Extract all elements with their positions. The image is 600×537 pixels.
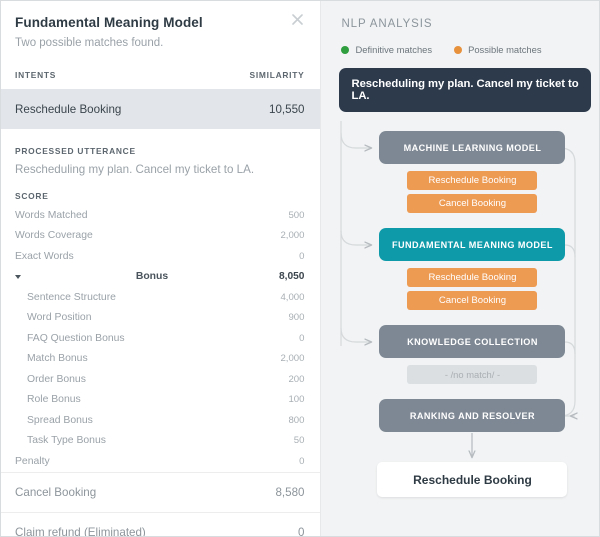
processed-utterance-value: Rescheduling my plan. Cancel my ticket t… bbox=[15, 163, 255, 176]
intent-score: 0 bbox=[298, 525, 305, 537]
score-row-label: Task Type Bonus bbox=[27, 435, 106, 447]
score-section-label: SCORE bbox=[15, 191, 49, 201]
intent-detail-panel: Fundamental Meaning Model Two possible m… bbox=[1, 1, 321, 537]
flow-result-box[interactable]: Reschedule Booking bbox=[377, 462, 568, 497]
score-row-value: 0 bbox=[299, 250, 305, 262]
score-row-value: 0 bbox=[299, 332, 305, 344]
score-row: Order Bonus 200 bbox=[15, 369, 304, 390]
score-row: Role Bonus 100 bbox=[15, 390, 304, 411]
score-row: Words Matched 500 bbox=[15, 205, 304, 226]
processed-utterance-label: PROCESSED UTTERANCE bbox=[15, 146, 136, 156]
intents-table-header: INTENTS SIMILARITY bbox=[1, 70, 320, 80]
score-row-label: Words Coverage bbox=[15, 230, 93, 242]
intent-score: 10,550 bbox=[269, 102, 305, 116]
score-row: Match Bonus 2,000 bbox=[15, 349, 304, 370]
score-row: Sentence Structure 4,000 bbox=[15, 287, 304, 308]
score-row-label: Match Bonus bbox=[27, 353, 88, 365]
flow-chip-ml-cancel-booking[interactable]: Cancel Booking bbox=[407, 194, 538, 213]
score-row-label: FAQ Question Bonus bbox=[27, 332, 125, 344]
flow-chip-fmm-cancel-booking[interactable]: Cancel Booking bbox=[407, 291, 538, 310]
flow-block-ranking-and-resolver[interactable]: RANKING AND RESOLVER bbox=[379, 399, 566, 432]
legend: Definitive matches Possible matches bbox=[321, 30, 599, 55]
utterance-bubble: Rescheduling my plan. Cancel my ticket t… bbox=[339, 68, 591, 112]
score-row-value: 900 bbox=[288, 312, 305, 324]
other-intents-list: Cancel Booking 8,580 Claim refund (Elimina… bbox=[1, 471, 321, 537]
score-row: Word Position 900 bbox=[15, 308, 304, 329]
legend-item-possible: Possible matches bbox=[454, 44, 542, 55]
score-row-value: 200 bbox=[288, 373, 305, 385]
score-row-label: Spread Bonus bbox=[27, 414, 93, 426]
intent-score: 8,580 bbox=[275, 485, 305, 499]
flow-chip-fmm-reschedule-booking[interactable]: Reschedule Booking bbox=[407, 268, 538, 287]
close-icon[interactable] bbox=[290, 14, 304, 28]
flow-block-knowledge-collection[interactable]: KNOWLEDGE COLLECTION bbox=[379, 325, 566, 358]
nlp-flow-diagram: MACHINE LEARNING MODEL Reschedule Bookin… bbox=[321, 121, 599, 521]
score-row-value: 500 bbox=[288, 209, 305, 221]
nlp-analysis-title: NLP ANALYSIS bbox=[341, 18, 433, 30]
score-row-label: Order Bonus bbox=[27, 373, 86, 385]
page-title: Fundamental Meaning Model bbox=[15, 15, 203, 30]
intent-name: Reschedule Booking bbox=[15, 102, 122, 116]
column-header-similarity: SIMILARITY bbox=[249, 70, 305, 80]
legend-dot-orange bbox=[454, 45, 463, 54]
intent-row[interactable]: Cancel Booking 8,580 bbox=[1, 471, 321, 512]
nlp-analysis-window: Fundamental Meaning Model Two possible m… bbox=[0, 0, 600, 537]
score-rows: Words Matched 500 Words Coverage 2,000 Exact… bbox=[15, 205, 304, 472]
score-row-label: Sentence Structure bbox=[27, 291, 116, 303]
intent-row[interactable]: Claim refund (Eliminated) 0 bbox=[1, 511, 321, 537]
score-row-value: 800 bbox=[288, 414, 305, 426]
intent-name: Cancel Booking bbox=[15, 485, 97, 499]
score-row-label: Words Matched bbox=[15, 209, 88, 221]
flow-block-machine-learning-model[interactable]: MACHINE LEARNING MODEL bbox=[379, 131, 566, 164]
flow-chip-ml-reschedule-booking[interactable]: Reschedule Booking bbox=[407, 171, 538, 190]
legend-label-possible: Possible matches bbox=[468, 44, 542, 55]
legend-dot-green bbox=[341, 45, 350, 54]
panel-subtitle: Two possible matches found. bbox=[15, 37, 164, 49]
score-row: Exact Words 0 bbox=[15, 246, 304, 267]
score-row-value: 2,000 bbox=[280, 230, 305, 242]
score-row-label: Exact Words bbox=[15, 250, 74, 262]
score-row: Penalty 0 bbox=[15, 451, 304, 472]
score-row: FAQ Question Bonus 0 bbox=[15, 328, 304, 349]
flow-block-fundamental-meaning-model[interactable]: FUNDAMENTAL MEANING MODEL bbox=[379, 228, 566, 261]
score-row-value: 50 bbox=[293, 435, 305, 447]
score-row: Words Coverage 2,000 bbox=[15, 226, 304, 247]
flow-chip-knowledge-no-match: - /no match/ - bbox=[407, 365, 538, 384]
score-row[interactable]: Bonus 8,050 bbox=[15, 267, 304, 288]
score-row-value: 8,050 bbox=[278, 271, 305, 283]
legend-item-definitive: Definitive matches bbox=[341, 44, 432, 55]
nlp-analysis-panel: NLP ANALYSIS Definitive matches Possible… bbox=[320, 1, 599, 536]
score-row-value: 4,000 bbox=[280, 291, 305, 303]
score-row-value: 0 bbox=[299, 455, 305, 467]
score-row-label: Bonus bbox=[135, 271, 169, 283]
score-row-label: Role Bonus bbox=[27, 394, 81, 406]
score-row: Task Type Bonus 50 bbox=[15, 431, 304, 452]
column-header-intents: INTENTS bbox=[15, 70, 57, 80]
legend-label-definitive: Definitive matches bbox=[355, 44, 433, 55]
score-row-label: Word Position bbox=[27, 312, 92, 324]
intent-row-selected[interactable]: Reschedule Booking 10,550 bbox=[1, 89, 321, 129]
score-row-value: 2,000 bbox=[280, 353, 305, 365]
score-row-label: Penalty bbox=[15, 455, 50, 467]
score-row-value: 100 bbox=[288, 394, 305, 406]
intent-score-breakdown: PROCESSED UTTERANCE Rescheduling my plan… bbox=[1, 129, 320, 472]
score-row: Spread Bonus 800 bbox=[15, 410, 304, 431]
intent-name: Claim refund (Eliminated) bbox=[15, 525, 146, 537]
left-panel-header: Fundamental Meaning Model Two possible m… bbox=[1, 1, 320, 49]
chevron-down-icon[interactable] bbox=[15, 274, 21, 279]
